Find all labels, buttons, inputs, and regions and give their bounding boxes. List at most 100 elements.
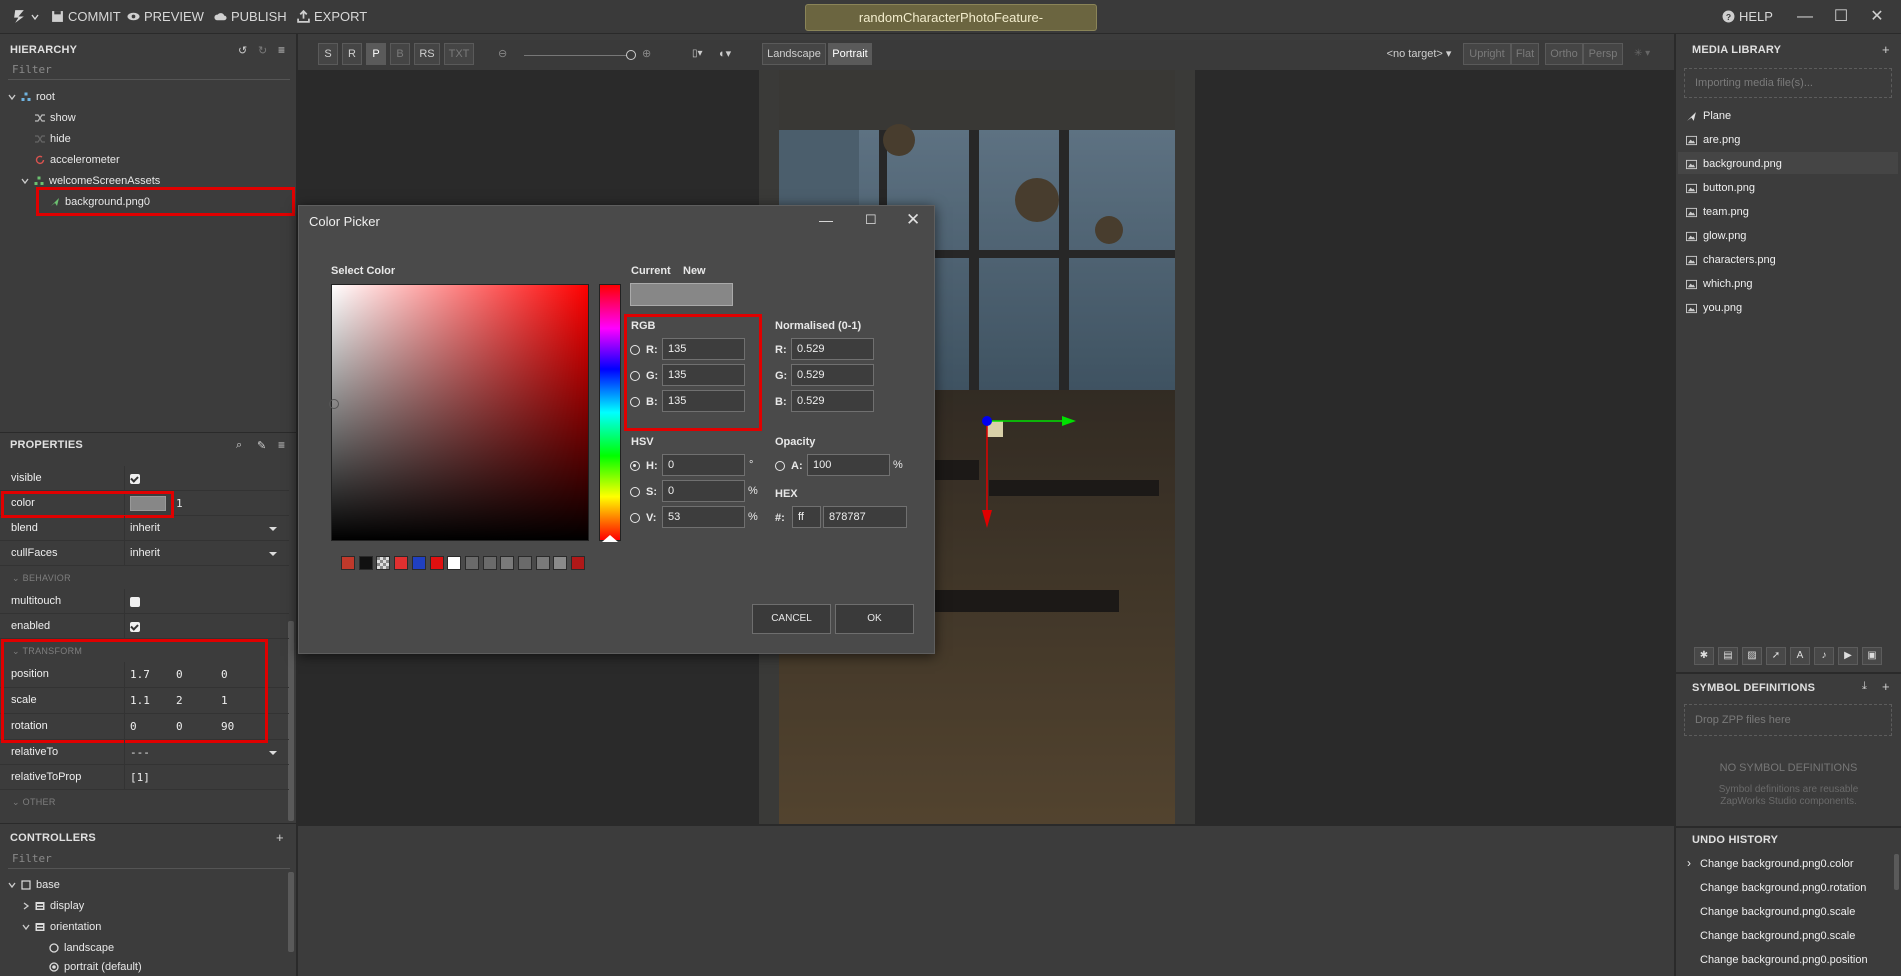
v-radio[interactable] <box>630 513 640 523</box>
filter-document-icon[interactable]: ▤ <box>1718 647 1738 665</box>
chevron-down-icon[interactable] <box>22 923 30 931</box>
mode-rs-button[interactable]: RS <box>414 43 440 65</box>
help-button[interactable]: ? HELP <box>1722 9 1773 24</box>
zoom-out-icon[interactable]: ⊖ <box>498 47 507 60</box>
r-radio[interactable] <box>630 345 640 355</box>
mode-b-button[interactable]: B <box>390 43 410 65</box>
color-swatch[interactable] <box>376 556 391 570</box>
g-input[interactable]: 135 <box>662 364 745 386</box>
tree-item-root[interactable]: root <box>8 88 55 106</box>
menu-icon[interactable]: ≡ <box>278 438 285 452</box>
portrait-button[interactable]: Portrait <box>828 43 872 65</box>
ortho-button[interactable]: Ortho <box>1545 43 1583 65</box>
chevron-down-icon[interactable] <box>269 552 277 556</box>
hue-slider[interactable] <box>599 284 621 541</box>
close-icon[interactable]: ✕ <box>906 210 920 230</box>
color-swatch[interactable] <box>394 556 409 570</box>
media-item[interactable]: team.png <box>1686 201 1749 223</box>
h-radio[interactable] <box>630 461 640 471</box>
minimize-window-button[interactable]: — <box>1796 8 1814 26</box>
preview-button[interactable]: PREVIEW <box>127 9 204 24</box>
undo-history-item[interactable]: Change background.png0.position <box>1700 954 1868 966</box>
enabled-checkbox[interactable] <box>130 622 140 632</box>
r-input[interactable]: 135 <box>662 338 745 360</box>
scrollbar-thumb[interactable] <box>288 872 294 952</box>
a-input[interactable]: 100 <box>807 454 890 476</box>
controller-item-display[interactable]: display <box>22 897 84 915</box>
hue-slider-handle[interactable] <box>602 535 618 542</box>
color-swatch[interactable] <box>535 556 550 570</box>
rotation-z[interactable]: 90 <box>221 714 234 739</box>
search-icon[interactable]: ⌕ <box>236 439 242 452</box>
b-radio[interactable] <box>630 397 640 407</box>
position-y[interactable]: 0 <box>176 662 183 687</box>
target-dropdown[interactable]: <no target> ▾ <box>1380 43 1458 65</box>
maximize-window-button[interactable]: ☐ <box>1832 8 1850 26</box>
blend-dropdown[interactable]: inherit <box>130 516 160 541</box>
zoom-slider-handle[interactable] <box>626 50 636 60</box>
ok-button[interactable]: OK <box>835 604 914 634</box>
color-swatch[interactable] <box>553 556 568 570</box>
rotation-y[interactable]: 0 <box>176 714 183 739</box>
color-swatch[interactable] <box>447 556 462 570</box>
filter-plane-icon[interactable]: ➚ <box>1766 647 1786 665</box>
section-other[interactable]: ⌄ OTHER <box>0 791 289 813</box>
add-icon[interactable]: + <box>276 830 284 845</box>
undo-history-item[interactable]: Change background.png0.scale <box>1700 906 1855 918</box>
color-swatch[interactable] <box>358 556 373 570</box>
scale-y[interactable]: 2 <box>176 688 183 713</box>
add-icon[interactable]: + <box>1882 42 1890 57</box>
filter-stream-icon[interactable]: ▣ <box>1862 647 1882 665</box>
color-swatch[interactable] <box>500 556 515 570</box>
mode-r-button[interactable]: R <box>342 43 362 65</box>
color-swatch[interactable] <box>464 556 479 570</box>
color-swatch[interactable] <box>518 556 532 570</box>
normalised-r-input[interactable]: 0.529 <box>791 338 874 360</box>
scale-z[interactable]: 1 <box>221 688 228 713</box>
tree-item-welcomescreenassets[interactable]: welcomeScreenAssets <box>21 172 160 190</box>
filter-video-icon[interactable]: ▶ <box>1838 647 1858 665</box>
hex-input[interactable]: 878787 <box>823 506 907 528</box>
publish-button[interactable]: PUBLISH <box>214 9 287 24</box>
download-icon[interactable]: ⤓ <box>1862 680 1867 693</box>
close-window-button[interactable]: ✕ <box>1868 8 1886 26</box>
media-item[interactable]: characters.png <box>1686 249 1776 271</box>
commit-button[interactable]: COMMIT <box>51 9 121 24</box>
redo-icon[interactable]: ↻ <box>258 44 267 57</box>
controllers-filter-input[interactable]: Filter <box>8 850 290 869</box>
cullfaces-dropdown[interactable]: inherit <box>130 541 160 566</box>
chevron-down-icon[interactable] <box>269 527 277 531</box>
relativetoprop-value[interactable]: [1] <box>130 765 150 790</box>
position-x[interactable]: 1.7 <box>130 662 150 687</box>
filter-all-icon[interactable]: ✱ <box>1694 647 1714 665</box>
export-button[interactable]: EXPORT <box>297 9 367 24</box>
controller-item-orientation[interactable]: orientation <box>22 918 101 936</box>
media-item[interactable]: button.png <box>1686 177 1755 199</box>
controller-item-base[interactable]: base <box>8 876 60 894</box>
color-swatch[interactable] <box>571 556 586 570</box>
saturation-value-picker[interactable] <box>331 284 589 541</box>
chevron-right-icon[interactable] <box>22 902 30 910</box>
tree-item-background-png0[interactable]: background.png0 <box>50 193 150 211</box>
menu-icon[interactable]: ≡ <box>278 43 285 57</box>
filter-audio-icon[interactable]: ♪ <box>1814 647 1834 665</box>
media-item[interactable]: you.png <box>1686 297 1742 319</box>
hex-alpha-input[interactable]: ff <box>792 506 821 528</box>
hierarchy-filter-input[interactable]: Filter <box>8 61 290 80</box>
tree-item-accelerometer[interactable]: accelerometer <box>35 151 120 169</box>
import-status[interactable]: Importing media file(s)... <box>1684 68 1892 98</box>
color-swatch[interactable] <box>411 556 426 570</box>
undo-icon[interactable]: ↺ <box>238 44 247 57</box>
app-menu-button[interactable] <box>12 9 39 24</box>
persp-button[interactable]: Persp <box>1583 43 1623 65</box>
edit-icon[interactable]: ✎ <box>257 439 266 452</box>
scrollbar-thumb[interactable] <box>1894 854 1899 890</box>
tree-item-hide[interactable]: hide <box>35 130 71 148</box>
media-item[interactable]: glow.png <box>1686 225 1746 247</box>
visible-checkbox[interactable] <box>130 474 140 484</box>
color-swatch[interactable] <box>130 496 166 511</box>
radio-icon[interactable] <box>49 943 59 953</box>
settings-menu-icon[interactable]: ✳ ▾ <box>1634 48 1650 59</box>
color-swatch[interactable] <box>341 556 355 570</box>
scale-x[interactable]: 1.1 <box>130 688 150 713</box>
